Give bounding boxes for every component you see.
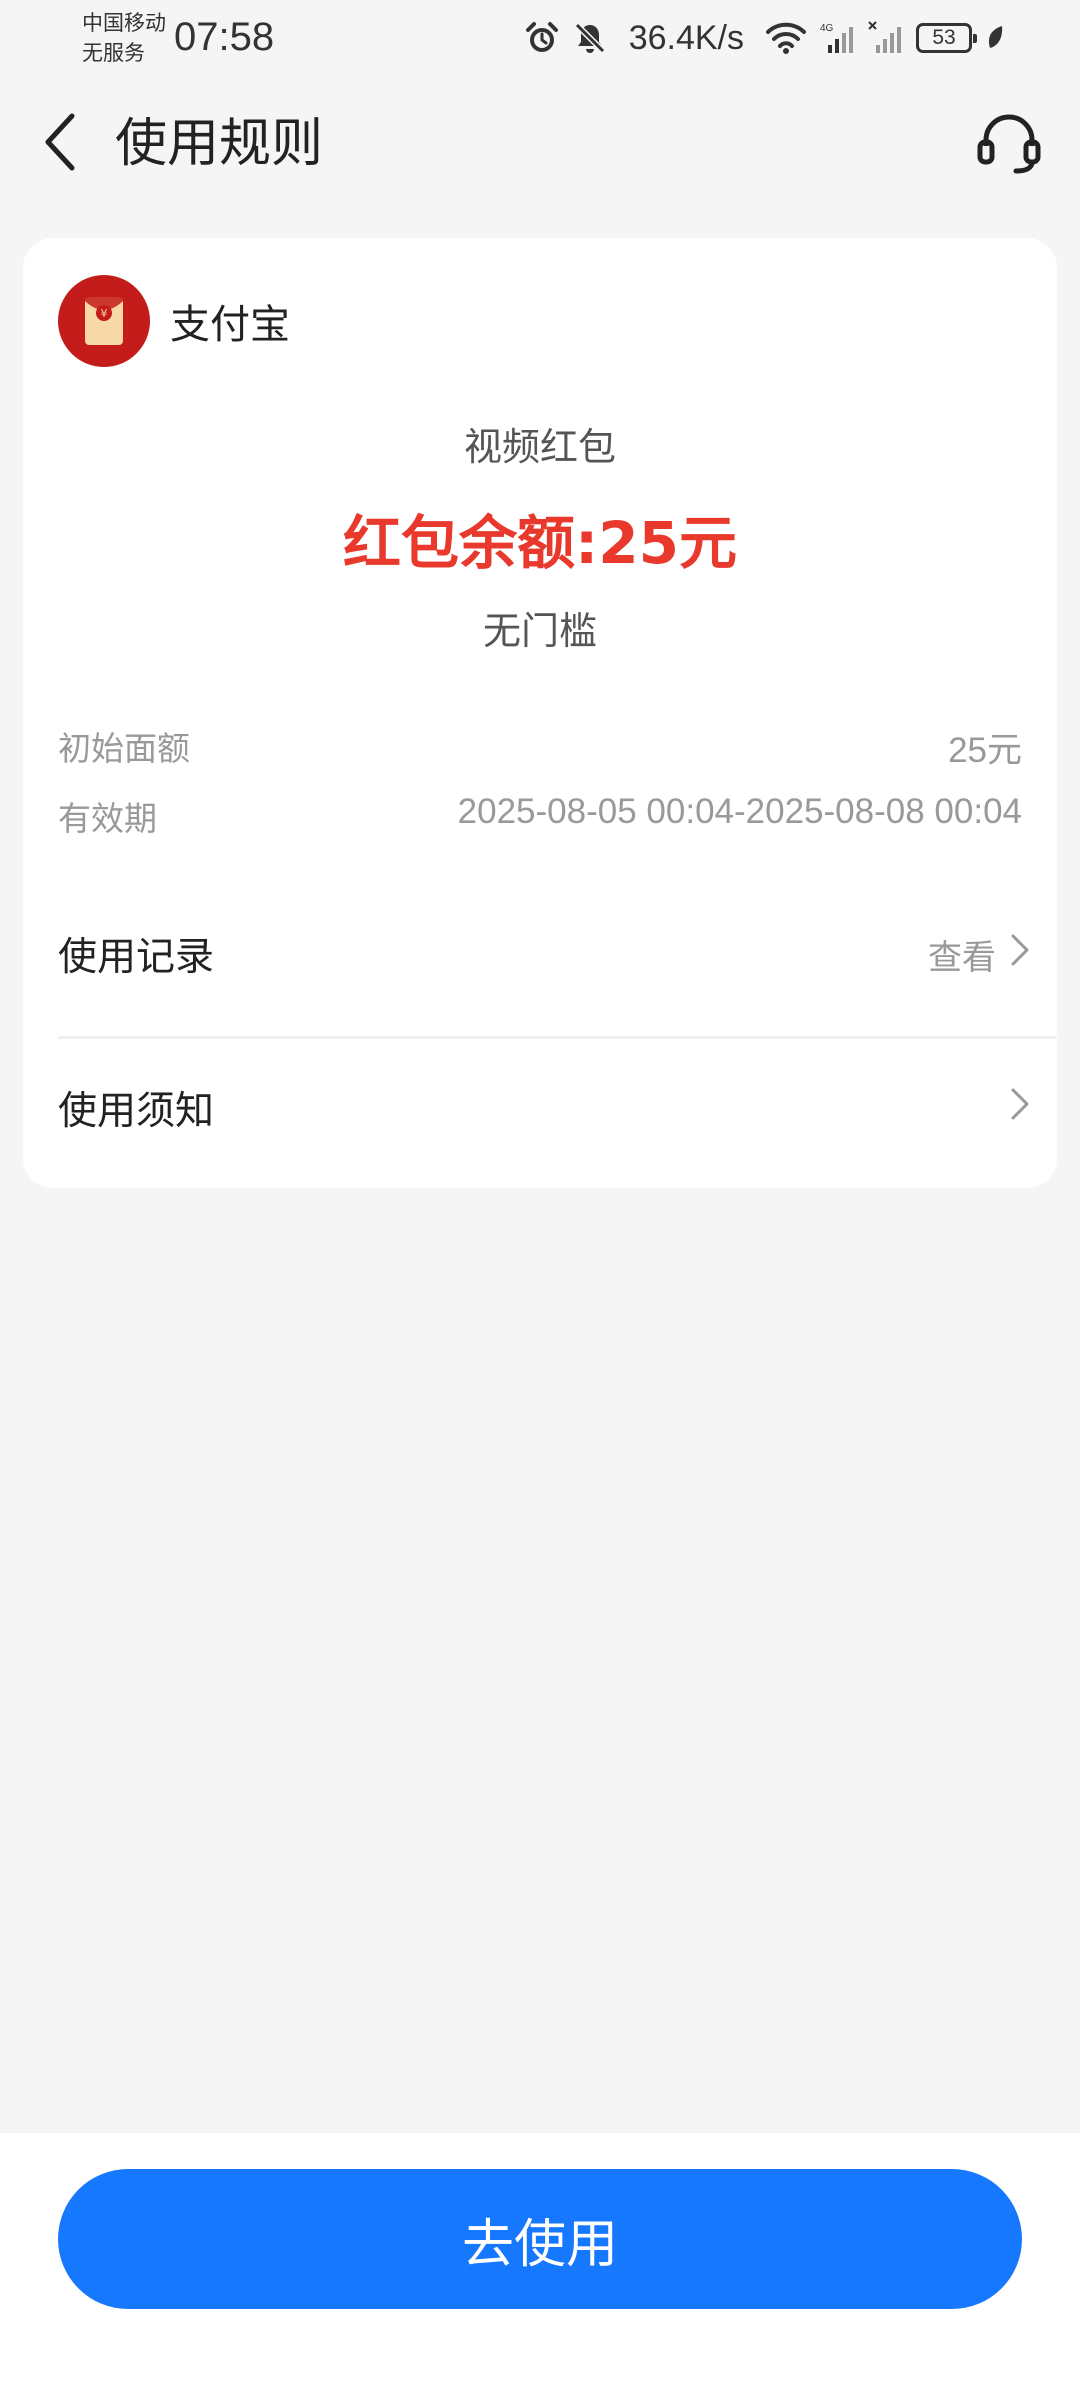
power-saving-icon: [986, 24, 1004, 52]
network-type-label: 4G: [820, 23, 834, 34]
svg-text:¥: ¥: [101, 307, 108, 320]
red-envelope-logo-icon: ¥: [58, 275, 150, 367]
page-title: 使用规则: [115, 114, 324, 174]
signal-4g-icon: 4G: [820, 21, 854, 55]
chevron-right-icon: [1010, 933, 1030, 976]
mute-notification-icon: [573, 21, 607, 55]
back-button[interactable]: [30, 112, 90, 176]
divider: [58, 1036, 1057, 1039]
service-status: 无服务: [82, 41, 145, 65]
validity-label: 有效期: [58, 799, 157, 838]
merchant-name: 支付宝: [170, 302, 290, 348]
battery-icon: 53: [916, 23, 977, 53]
initial-amount-label: 初始面额: [58, 729, 190, 768]
wifi-icon: [766, 21, 806, 55]
headset-icon: [976, 110, 1042, 180]
clock: 07:58: [174, 15, 275, 59]
network-speed: 36.4K/s: [628, 18, 744, 57]
usage-notice-action: [1010, 1087, 1044, 1130]
status-bar: 中国移动 无服务 07:58 36.4K/s 4G 53: [0, 0, 1080, 76]
page-header: 使用规则: [0, 96, 1080, 192]
initial-amount-row: 初始面额 25元: [58, 722, 1022, 773]
signal-no-service-icon: [868, 21, 902, 55]
initial-amount-value: 25元: [948, 731, 1022, 770]
validity-value: 2025-08-05 00:04-2025-08-08 00:04: [457, 792, 1022, 831]
usage-records-action: 查看: [928, 930, 1044, 979]
chevron-left-icon: [42, 112, 78, 176]
carrier-info: 中国移动 无服务: [82, 8, 166, 68]
view-link-text: 查看: [928, 937, 996, 978]
customer-service-button[interactable]: [974, 110, 1044, 180]
usage-notice-label: 使用须知: [58, 1089, 215, 1134]
carrier-name: 中国移动: [82, 11, 166, 35]
battery-level: 53: [932, 26, 956, 49]
alarm-icon: [525, 21, 559, 55]
status-icons: 36.4K/s 4G 53: [525, 14, 1004, 62]
usage-notice-row[interactable]: 使用须知: [58, 1058, 1044, 1158]
coupon-type: 视频红包: [463, 425, 616, 469]
coupon-threshold: 无门槛: [482, 609, 597, 653]
usage-records-label: 使用记录: [58, 935, 215, 980]
coupon-card: ¥ 支付宝 视频红包 红包余额:25元 无门槛 初始面额 25元 有效期 202…: [23, 238, 1057, 1188]
coupon-balance: 红包余额:25元: [343, 509, 737, 577]
bottom-action-bar: 去使用: [0, 2133, 1080, 2400]
merchant-info: ¥ 支付宝: [58, 275, 290, 367]
usage-records-row[interactable]: 使用记录 查看: [58, 904, 1044, 1004]
validity-row: 有效期 2025-08-05 00:04-2025-08-08 00:04: [58, 792, 1022, 840]
chevron-right-icon: [1010, 1087, 1030, 1130]
use-now-button[interactable]: 去使用: [58, 2169, 1022, 2309]
